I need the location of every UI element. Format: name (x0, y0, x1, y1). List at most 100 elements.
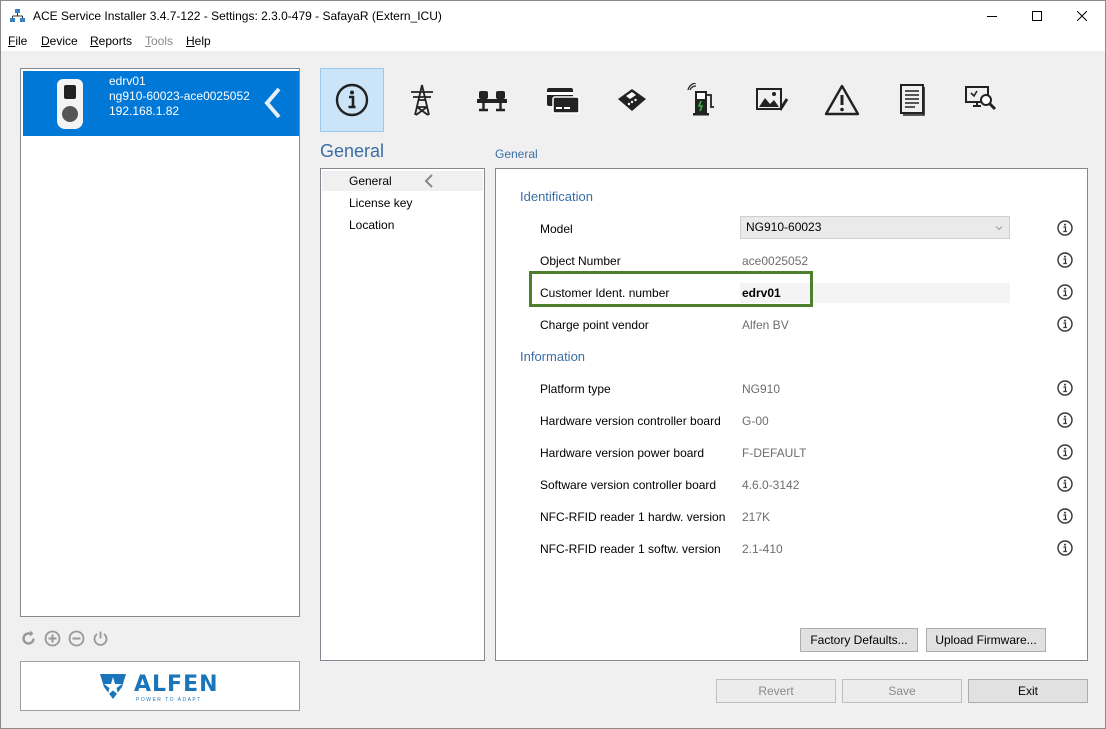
menu-bar: File Device Reports Tools Help (1, 31, 1105, 52)
remove-icon[interactable] (68, 630, 85, 647)
device-id: ng910-60023-ace0025052 (109, 89, 250, 103)
power-tower-icon (411, 84, 433, 116)
nfc-sw-label: NFC-RFID reader 1 softw. version (540, 542, 721, 556)
menu-reports[interactable]: Reports (90, 34, 132, 48)
vendor-value: Alfen BV (742, 318, 789, 332)
device-ip: 192.168.1.82 (109, 104, 180, 118)
tool-warnings[interactable] (810, 68, 874, 132)
nav-item-general[interactable]: General (322, 171, 483, 191)
category-toolbar (319, 67, 1019, 133)
info-button-icon[interactable] (1057, 252, 1073, 268)
alfen-logo: ALFEN POWER TO ADAPT (20, 661, 300, 711)
charger-icon (57, 79, 83, 129)
chevron-down-icon (995, 226, 1003, 231)
info-button-icon[interactable] (1057, 316, 1073, 332)
platform-type-label: Platform type (540, 382, 611, 396)
tool-images[interactable] (740, 68, 804, 132)
info-button-icon[interactable] (1057, 284, 1073, 300)
tool-info[interactable] (320, 68, 384, 132)
hw-power-label: Hardware version power board (540, 446, 705, 460)
exit-button[interactable]: Exit (968, 679, 1088, 703)
device-name: edrv01 (109, 74, 146, 88)
menu-file[interactable]: File (8, 34, 27, 48)
nav-item-label: Location (349, 218, 395, 232)
info-button-icon[interactable] (1057, 508, 1073, 524)
charging-station-icon (687, 83, 714, 116)
nav-item-license-key[interactable]: License key (322, 193, 483, 213)
highlight-box (529, 271, 813, 307)
sub-navigation: General License key Location (320, 168, 485, 661)
collapse-chevron-icon[interactable] (263, 87, 283, 119)
info-button-icon[interactable] (1057, 380, 1073, 396)
info-button-icon[interactable] (1057, 412, 1073, 428)
maximize-button[interactable] (1014, 1, 1060, 31)
menu-tools[interactable]: Tools (145, 34, 173, 48)
nav-item-location[interactable]: Location (322, 215, 483, 235)
tool-reports[interactable] (880, 68, 944, 132)
tool-load-balancing[interactable] (460, 68, 524, 132)
balance-icon (477, 91, 507, 112)
object-number-value: ace0025052 (742, 254, 809, 268)
object-number-label: Object Number (540, 254, 621, 268)
hw-power-value: F-DEFAULT (742, 446, 807, 460)
add-icon[interactable] (44, 630, 61, 647)
logo-text: ALFEN (134, 672, 219, 697)
nav-item-label: License key (349, 196, 413, 210)
tool-charging[interactable] (670, 68, 734, 132)
device-item[interactable]: edrv01 ng910-60023-ace0025052 192.168.1.… (23, 71, 299, 136)
info-button-icon[interactable] (1057, 444, 1073, 460)
tool-cards[interactable] (530, 68, 594, 132)
info-icon (335, 83, 369, 117)
nfc-sw-value: 2.1-410 (742, 542, 783, 556)
section-title: General (320, 141, 385, 161)
network-icon (10, 9, 25, 22)
model-value: NG910-60023 (746, 220, 822, 234)
close-button[interactable] (1059, 1, 1105, 31)
upload-firmware-button[interactable]: Upload Firmware... (926, 628, 1046, 652)
info-button-icon[interactable] (1057, 220, 1073, 236)
hw-controller-value: G-00 (742, 414, 769, 428)
payment-terminal-icon (618, 89, 646, 111)
revert-button[interactable]: Revert (716, 679, 836, 703)
nav-item-label: General (349, 174, 392, 188)
hw-controller-label: Hardware version controller board (540, 414, 721, 428)
device-list: edrv01 ng910-60023-ace0025052 192.168.1.… (20, 68, 300, 617)
content-title: General (495, 147, 538, 161)
alfen-logo-icon (100, 674, 126, 699)
nfc-hw-value: 217K (742, 510, 771, 524)
info-button-icon[interactable] (1057, 540, 1073, 556)
document-icon (900, 84, 925, 116)
info-button-icon[interactable] (1057, 476, 1073, 492)
warning-icon (824, 84, 860, 116)
platform-type-value: NG910 (742, 382, 781, 396)
chevron-left-icon (424, 174, 433, 188)
information-heading: Information (520, 349, 586, 364)
tool-power[interactable] (390, 68, 454, 132)
logo-tagline: POWER TO ADAPT (136, 697, 202, 703)
sw-controller-value: 4.6.0-3142 (742, 478, 800, 492)
app-window: ACE Service Installer 3.4.7-122 - Settin… (0, 0, 1106, 729)
menu-device[interactable]: Device (41, 34, 78, 48)
refresh-icon[interactable] (20, 630, 37, 647)
title-bar: ACE Service Installer 3.4.7-122 - Settin… (1, 1, 1105, 31)
tool-diagnostics[interactable] (950, 68, 1014, 132)
minimize-button[interactable] (969, 1, 1015, 31)
power-icon[interactable] (92, 630, 109, 647)
maximize-icon (1032, 11, 1042, 21)
close-icon (1077, 11, 1087, 21)
factory-defaults-button[interactable]: Factory Defaults... (800, 628, 918, 652)
general-properties-panel: Identification Model NG910-60023 Object … (495, 168, 1088, 661)
card-icon (547, 88, 580, 114)
window-title: ACE Service Installer 3.4.7-122 - Settin… (33, 9, 442, 23)
monitor-search-icon (965, 86, 997, 111)
model-select[interactable]: NG910-60023 (740, 216, 1010, 239)
sw-controller-label: Software version controller board (540, 478, 717, 492)
minimize-icon (987, 16, 997, 17)
nfc-hw-label: NFC-RFID reader 1 hardw. version (540, 510, 726, 524)
image-icon (756, 88, 789, 111)
menu-help[interactable]: Help (186, 34, 211, 48)
identification-heading: Identification (520, 189, 593, 204)
save-button[interactable]: Save (842, 679, 962, 703)
tool-payment[interactable] (600, 68, 664, 132)
model-label: Model (540, 222, 573, 236)
